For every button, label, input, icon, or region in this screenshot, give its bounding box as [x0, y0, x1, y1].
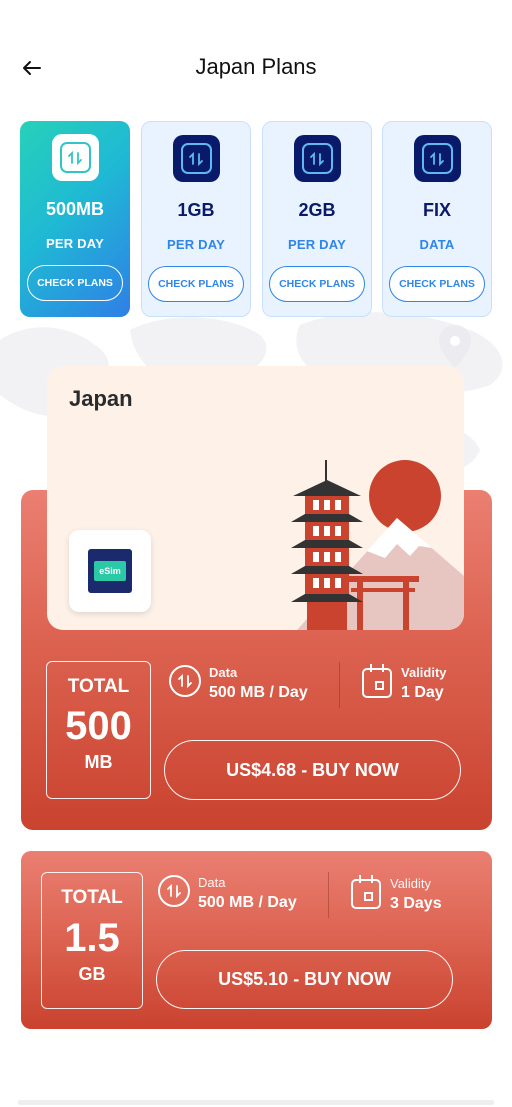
tab-unit: PER DAY: [167, 237, 225, 252]
tab-amount: 500MB: [45, 199, 105, 219]
total-box: TOTAL 1.5 GB: [41, 872, 143, 1009]
total-label: TOTAL: [61, 887, 123, 908]
country-name: Japan: [69, 386, 133, 411]
tab-500mb[interactable]: 500MB PER DAY CHECK PLANS: [20, 121, 130, 317]
calendar-icon: [362, 664, 392, 698]
check-plans-button[interactable]: CHECK PLANS: [148, 266, 244, 302]
check-plans-button[interactable]: CHECK PLANS: [389, 266, 485, 302]
data-transfer-icon: [413, 135, 461, 182]
tab-unit: DATA: [419, 237, 455, 252]
validity-info: Validity 3 Days: [351, 875, 442, 913]
bottom-edge: [18, 1100, 494, 1105]
check-plans-button[interactable]: CHECK PLANS: [27, 265, 123, 301]
total-label: TOTAL: [67, 676, 130, 697]
data-transfer-icon: [158, 875, 190, 907]
plan-size-tabs: 500MB PER DAY CHECK PLANS 1GB PER DAY CH…: [20, 121, 492, 317]
tab-fix[interactable]: FIX DATA CHECK PLANS: [382, 121, 492, 317]
buy-now-button[interactable]: US$4.68 - BUY NOW: [164, 740, 461, 800]
total-unit: GB: [78, 964, 106, 984]
data-transfer-icon: [51, 134, 99, 181]
tab-amount: 1GB: [177, 200, 215, 220]
validity-info: Validity 1 Day: [362, 664, 447, 702]
validity-label: Validity: [401, 665, 447, 680]
app-header: Japan Plans: [0, 0, 512, 110]
tab-unit: PER DAY: [288, 237, 346, 252]
plan-card-1-5gb: TOTAL 1.5 GB Data 500 MB / Day Validity …: [21, 851, 492, 1029]
data-label: Data: [209, 665, 238, 680]
total-box: TOTAL 500 MB: [46, 661, 151, 799]
info-divider: [328, 872, 329, 918]
destination-hero: Japan eSim: [47, 366, 464, 630]
data-value: 500 MB / Day: [209, 684, 308, 701]
tab-1gb[interactable]: 1GB PER DAY CHECK PLANS: [141, 121, 251, 317]
total-value: 1.5: [64, 916, 120, 960]
data-info: Data 500 MB / Day: [158, 875, 297, 912]
calendar-icon: [351, 875, 381, 909]
data-value: 500 MB / Day: [198, 894, 297, 911]
total-unit: MB: [84, 752, 113, 772]
data-info: Data 500 MB / Day: [169, 665, 308, 702]
buy-now-button[interactable]: US$5.10 - BUY NOW: [156, 950, 453, 1009]
tab-amount: 2GB: [298, 200, 336, 220]
page-title: Japan Plans: [195, 54, 317, 79]
data-transfer-icon: [169, 665, 201, 697]
data-transfer-icon: [172, 135, 220, 182]
validity-value: 3 Days: [390, 895, 442, 912]
tab-2gb[interactable]: 2GB PER DAY CHECK PLANS: [262, 121, 372, 317]
tab-amount: FIX: [422, 200, 451, 220]
validity-value: 1 Day: [401, 684, 444, 701]
check-plans-button[interactable]: CHECK PLANS: [269, 266, 365, 302]
tab-unit: PER DAY: [46, 236, 104, 251]
japan-landmark-illustration: [291, 460, 464, 630]
esim-card: eSim: [69, 530, 151, 612]
validity-label: Validity: [390, 876, 431, 891]
data-transfer-icon: [293, 135, 341, 182]
esim-label: eSim: [94, 561, 126, 581]
info-divider: [339, 662, 340, 708]
data-label: Data: [198, 875, 226, 890]
sim-chip-icon: eSim: [88, 549, 132, 593]
total-value: 500: [65, 704, 132, 748]
